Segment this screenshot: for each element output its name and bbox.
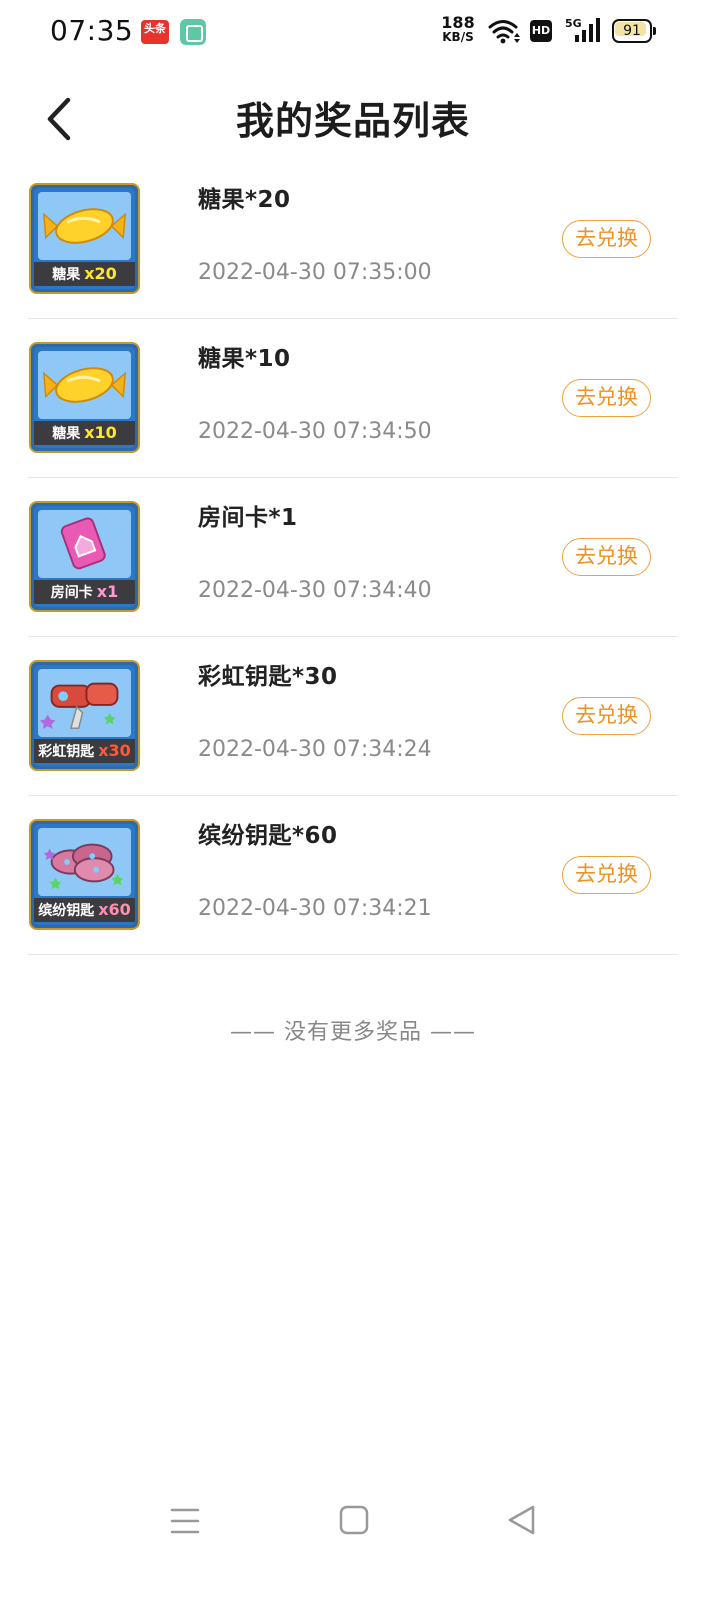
prize-thumbnail: 房间卡 x1	[29, 501, 140, 612]
prize-row: 房间卡 x1 房间卡*1 2022-04-30 07:34:40 去兑换	[28, 478, 677, 637]
candy-icon	[38, 351, 131, 419]
prize-timestamp: 2022-04-30 07:34:24	[198, 737, 432, 762]
menu-icon[interactable]	[168, 1504, 202, 1538]
toutiao-icon-text: 头条	[144, 22, 166, 35]
prize-thumbnail: 彩虹钥匙 x30	[29, 660, 140, 771]
header: 我的奖品列表	[0, 72, 720, 152]
prize-timestamp: 2022-04-30 07:34:21	[198, 896, 432, 921]
back-triangle-icon[interactable]	[504, 1502, 540, 1538]
status-time: 07:35	[50, 14, 134, 47]
thumbnail-label: 糖果 x20	[34, 262, 135, 286]
thumbnail-label-text: 糖果	[52, 426, 81, 442]
status-bar: 07:35 头条 188 KB/S HD 5G 91	[0, 0, 720, 64]
signal-label: 5G	[565, 17, 582, 30]
thumbnail-quantity: x30	[98, 741, 131, 760]
candy-icon	[38, 192, 131, 260]
redeem-button[interactable]: 去兑换	[562, 697, 651, 735]
room-card-icon	[38, 510, 131, 578]
colorful-key-icon	[38, 828, 131, 896]
thumbnail-label-text: 房间卡	[50, 585, 93, 601]
prize-row: 缤纷钥匙 x60 缤纷钥匙*60 2022-04-30 07:34:21 去兑换	[28, 796, 677, 955]
prize-name: 缤纷钥匙*60	[198, 823, 338, 849]
network-speed-unit: KB/S	[442, 30, 474, 44]
thumbnail-quantity: x20	[84, 264, 117, 283]
thumbnail-label: 彩虹钥匙 x30	[34, 739, 135, 763]
thumbnail-label: 房间卡 x1	[34, 580, 135, 604]
thumbnail-label-text: 糖果	[52, 267, 81, 283]
thumbnail-label-text: 缤纷钥匙	[38, 903, 95, 919]
network-speed: 188 KB/S	[438, 13, 478, 45]
thumbnail-quantity: x1	[96, 582, 119, 601]
prize-list: 糖果 x20 糖果*20 2022-04-30 07:35:00 去兑换 糖果 x1…	[28, 160, 677, 955]
no-more-prizes-text: —— 没有更多奖品 ——	[230, 1020, 476, 1045]
wifi-icon	[488, 20, 520, 44]
prize-timestamp: 2022-04-30 07:34:50	[198, 419, 432, 444]
prize-thumbnail: 糖果 x10	[29, 342, 140, 453]
green-app-icon	[180, 19, 206, 45]
prize-thumbnail: 糖果 x20	[29, 183, 140, 294]
network-speed-value: 188	[441, 13, 475, 32]
prize-name: 糖果*10	[198, 346, 291, 372]
prize-row: 彩虹钥匙 x30 彩虹钥匙*30 2022-04-30 07:34:24 去兑换	[28, 637, 677, 796]
prize-timestamp: 2022-04-30 07:34:40	[198, 578, 432, 603]
redeem-button[interactable]: 去兑换	[562, 538, 651, 576]
thumbnail-quantity: x10	[84, 423, 117, 442]
redeem-button[interactable]: 去兑换	[562, 220, 651, 258]
signal-icon: 5G	[565, 17, 600, 42]
hd-icon: HD	[530, 20, 552, 42]
prize-name: 糖果*20	[198, 187, 291, 213]
prize-row: 糖果 x20 糖果*20 2022-04-30 07:35:00 去兑换	[28, 160, 677, 319]
prize-row: 糖果 x10 糖果*10 2022-04-30 07:34:50 去兑换	[28, 319, 677, 478]
prize-name: 彩虹钥匙*30	[198, 664, 338, 690]
prize-thumbnail: 缤纷钥匙 x60	[29, 819, 140, 930]
redeem-button[interactable]: 去兑换	[562, 856, 651, 894]
page-title: 我的奖品列表	[235, 99, 470, 143]
battery-icon: 91	[612, 19, 656, 43]
thumbnail-label-text: 彩虹钥匙	[38, 744, 95, 760]
prize-name: 房间卡*1	[198, 505, 298, 531]
navigation-bar	[0, 1486, 720, 1556]
thumbnail-label: 糖果 x10	[34, 421, 135, 445]
home-square-icon[interactable]	[337, 1503, 371, 1537]
thumbnail-quantity: x60	[98, 900, 131, 919]
thumbnail-label: 缤纷钥匙 x60	[34, 898, 135, 922]
rainbow-key-icon	[38, 669, 131, 737]
battery-level: 91	[623, 23, 641, 39]
toutiao-app-icon: 头条	[141, 20, 169, 44]
redeem-button[interactable]: 去兑换	[562, 379, 651, 417]
prize-timestamp: 2022-04-30 07:35:00	[198, 260, 432, 285]
